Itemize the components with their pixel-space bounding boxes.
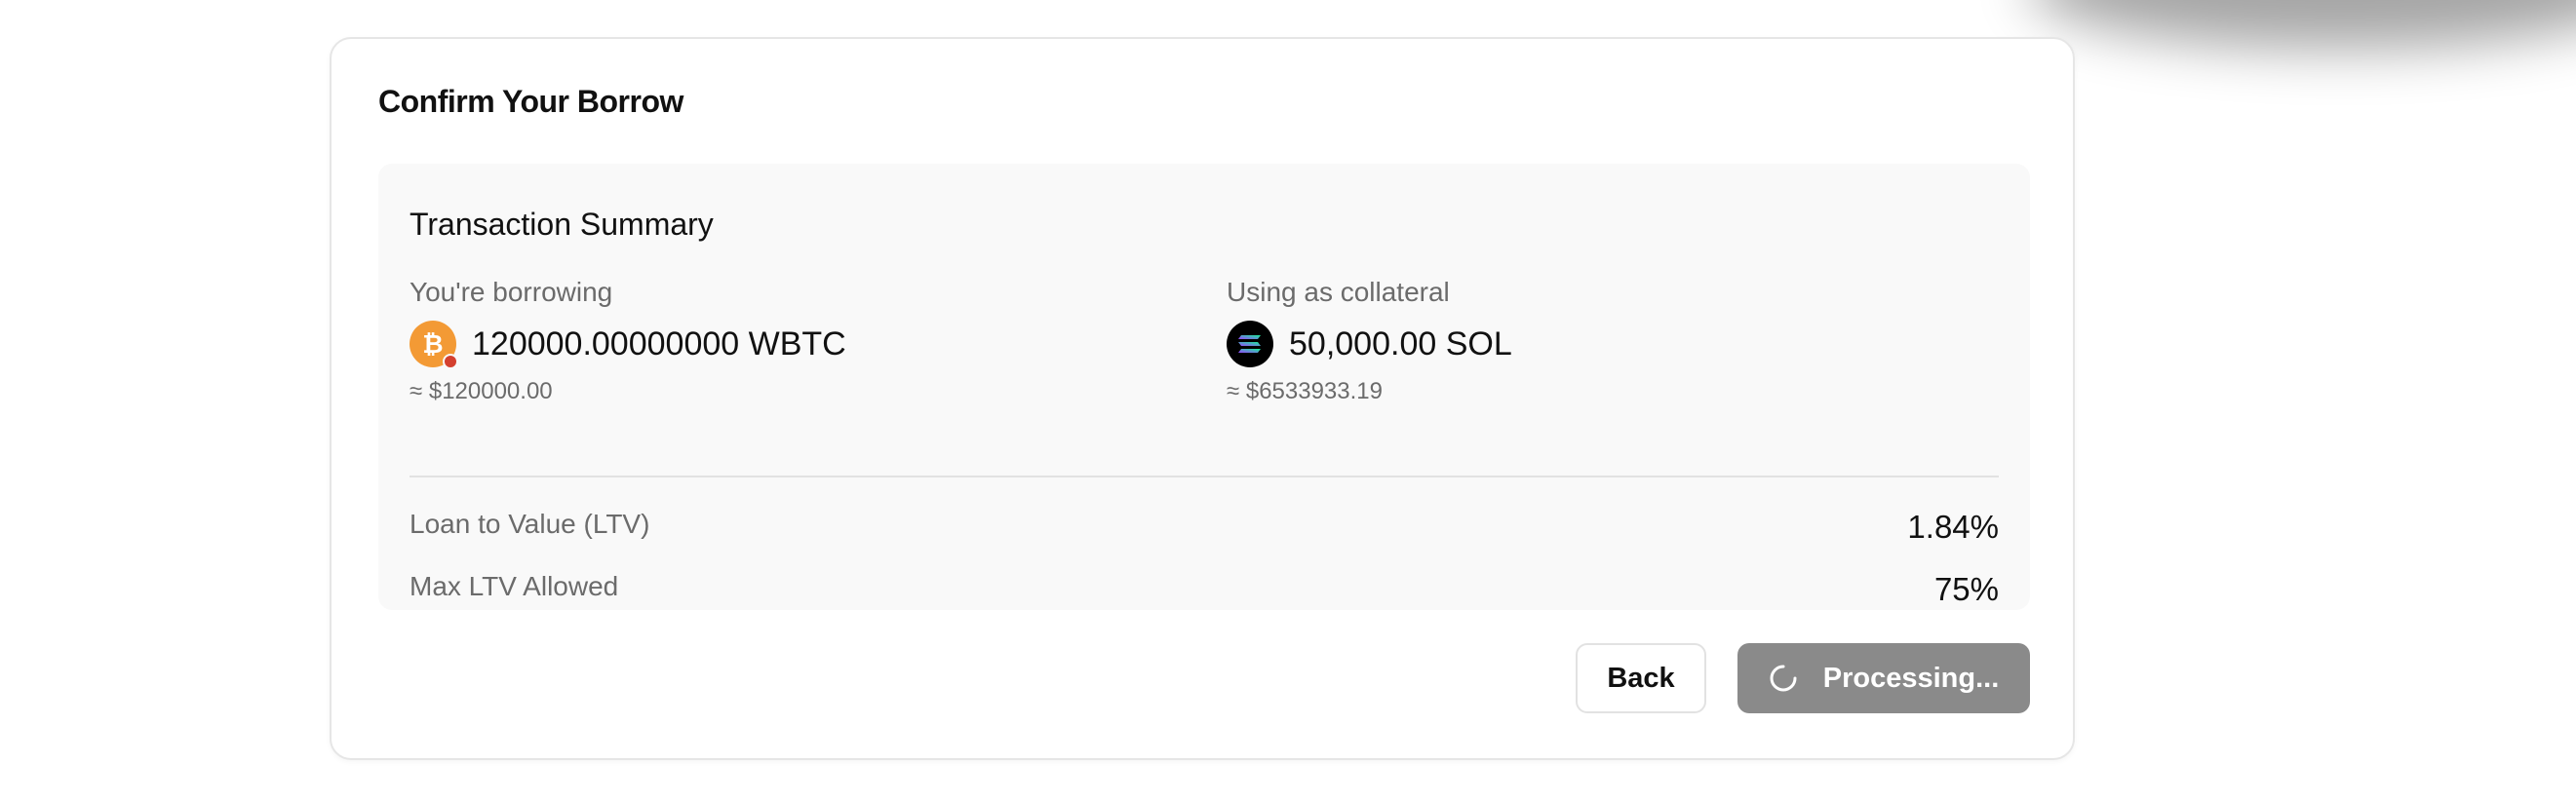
ltv-row: Loan to Value (LTV) 1.84% xyxy=(410,503,1999,546)
network-badge-icon xyxy=(443,354,458,369)
svg-text:₿: ₿ xyxy=(422,330,443,360)
borrowing-section: You're borrowing ₿ 120000.00000000 WBTC … xyxy=(410,273,1190,405)
ltv-value: 1.84% xyxy=(1907,509,1999,545)
bitcoin-icon: ₿ xyxy=(410,321,458,369)
max-ltv-value: 75% xyxy=(1933,571,1999,607)
borrowing-asset: ₿ 120000.00000000 WBTC xyxy=(410,320,1190,369)
collateral-label: Using as collateral xyxy=(1227,277,1450,307)
processing-button[interactable]: Processing... xyxy=(1737,643,2030,713)
divider xyxy=(410,476,1999,477)
borrow-amount: 120000.00000000 WBTC xyxy=(472,324,846,362)
summary-title: Transaction Summary xyxy=(410,207,714,242)
collateral-amount: 50,000.00 SOL xyxy=(1289,324,1512,362)
card-title: Confirm Your Borrow xyxy=(378,84,683,119)
overlay-shadow xyxy=(2028,0,2576,49)
collateral-section: Using as collateral 50,000.00 SOL ≈ $653… xyxy=(1227,273,2007,405)
max-ltv-label: Max LTV Allowed xyxy=(410,571,619,601)
borrowing-label: You're borrowing xyxy=(410,277,613,307)
collateral-usd-value: ≈ $6533933.19 xyxy=(1227,378,1383,404)
max-ltv-row: Max LTV Allowed 75% xyxy=(410,565,1999,608)
confirm-borrow-card: Confirm Your Borrow Transaction Summary … xyxy=(330,37,2075,760)
back-button[interactable]: Back xyxy=(1576,643,1706,713)
spinner-icon xyxy=(1770,665,1797,692)
borrow-usd-value: ≈ $120000.00 xyxy=(410,378,553,404)
ltv-label: Loan to Value (LTV) xyxy=(410,509,650,539)
solana-icon xyxy=(1227,321,1273,367)
processing-label: Processing... xyxy=(1822,662,2000,694)
transaction-summary-panel: Transaction Summary You're borrowing ₿ 1… xyxy=(378,164,2030,610)
collateral-asset: 50,000.00 SOL xyxy=(1227,320,2007,368)
